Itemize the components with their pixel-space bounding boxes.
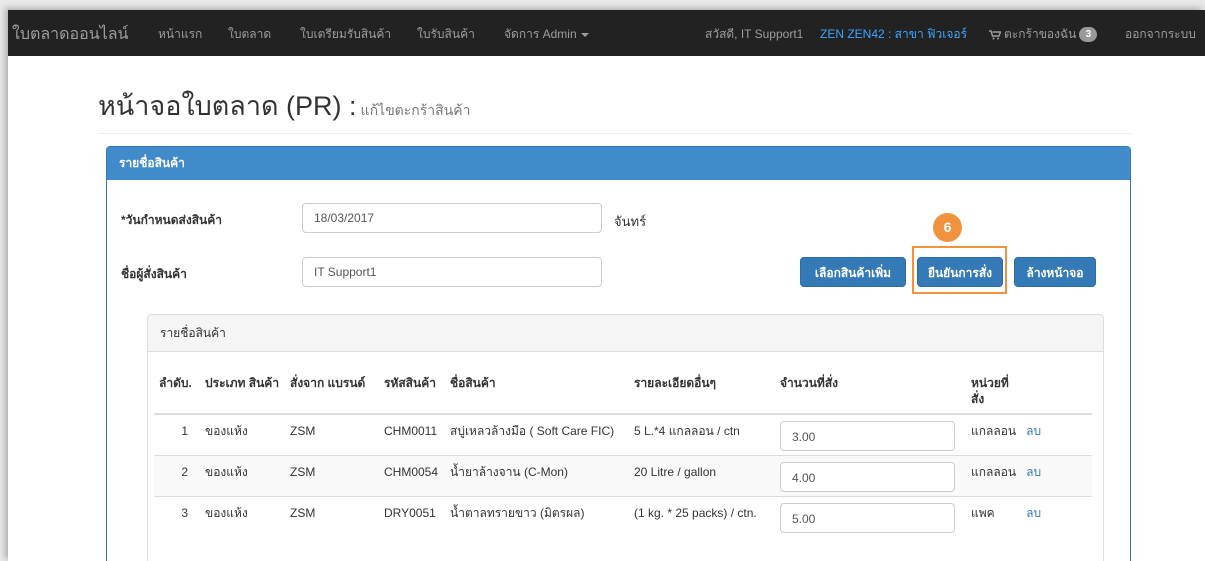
cell-code: CHM0011	[379, 413, 445, 456]
cart-count-badge: 3	[1079, 27, 1098, 43]
brand-logo[interactable]: ใบตลาดออนไลน์	[12, 22, 128, 47]
cell-code: DRY0051	[379, 496, 445, 537]
cell-type: ของแห้ง	[200, 413, 285, 456]
qty-input[interactable]: 4.00	[780, 462, 955, 492]
cell-brand: ZSM	[285, 413, 379, 456]
delivery-day-text: จันทร์	[614, 214, 647, 229]
cell-action: ลบ	[1021, 455, 1092, 497]
cell-type: ของแห้ง	[200, 496, 285, 537]
table-header-row: ลำดับ. ประเภท สินค้า สั่งจาก แบรนด์ รหัส…	[154, 371, 1092, 415]
logout-link[interactable]: ออกจากระบบ	[1125, 25, 1196, 44]
step-indicator: 6	[933, 213, 962, 242]
col-header-code: รหัสสินค้า	[379, 371, 445, 415]
cell-no: 1	[154, 413, 200, 456]
col-header-no: ลำดับ.	[154, 371, 200, 415]
cell-action: ลบ	[1021, 496, 1092, 537]
cell-action: ลบ	[1021, 413, 1092, 456]
cell-detail: 5 L.*4 แกลลอน / ctn	[629, 413, 775, 456]
page-title: หน้าจอใบตลาด (PR) : แก้ไขตะกร้าสินค้า	[98, 84, 470, 127]
cell-no: 3	[154, 496, 200, 537]
cell-type: ของแห้ง	[200, 455, 285, 497]
nav-prepare-receive[interactable]: ใบเตรียมรับสินค้า	[300, 25, 391, 44]
cart-label: ตะกร้าของฉัน	[1004, 27, 1077, 41]
products-list-panel: รายชื่อสินค้า ลำดับ. ประเภท สินค้า สั่งจ…	[147, 314, 1104, 561]
cart-icon	[989, 30, 1001, 40]
cell-detail: 20 Litre / gallon	[629, 455, 775, 497]
table-row: 2 ของแห้ง ZSM CHM0054 น้ำยาล้างจาน (C-Mo…	[154, 455, 1092, 497]
confirm-order-button[interactable]: ยืนยันการสั่ง	[917, 257, 1003, 287]
cell-brand: ZSM	[285, 496, 379, 537]
cell-name: สบู่เหลวล้างมือ ( Soft Care FIC)	[445, 413, 629, 456]
cart-link[interactable]: ตะกร้าของฉัน 3	[989, 25, 1098, 44]
col-header-action	[1021, 371, 1092, 415]
col-header-detail: รายละเอียดอื่นๆ	[629, 371, 775, 415]
clear-screen-button[interactable]: ล้างหน้าจอ	[1014, 257, 1096, 287]
product-panel: รายชื่อสินค้า *วันกำหนดส่งสินค้า 18/03/2…	[106, 146, 1131, 561]
cell-unit: แพค	[966, 496, 1022, 537]
nav-home[interactable]: หน้าแรก	[158, 25, 202, 44]
nav-admin-label: จัดการ Admin	[504, 27, 577, 41]
greeting-text: สวัสดี, IT Support1	[705, 27, 804, 41]
header-divider	[98, 133, 1133, 134]
panel-heading: รายชื่อสินค้า	[107, 147, 1130, 180]
page-title-sub: แก้ไขตะกร้าสินค้า	[360, 102, 471, 118]
cell-brand: ZSM	[285, 455, 379, 497]
caret-down-icon	[580, 32, 589, 37]
nav-market-list[interactable]: ใบตลาด	[228, 25, 271, 44]
cell-name: น้ำตาลทรายขาว (มิตรผล)	[445, 496, 629, 537]
add-more-products-button[interactable]: เลือกสินค้าเพิ่ม	[800, 257, 906, 287]
cell-unit: แกลลอน	[966, 455, 1022, 497]
col-header-qty: จำนวนที่สั่ง	[775, 371, 966, 415]
branch-link[interactable]: ZEN ZEN42 : สาขา ฟิวเจอร์	[820, 25, 967, 44]
col-header-unit: หน่วยที่ สั่ง	[966, 371, 1022, 415]
delivery-date-input[interactable]: 18/03/2017	[302, 203, 602, 233]
products-list-heading: รายชื่อสินค้า	[148, 315, 1103, 352]
col-header-brand: สั่งจาก แบรนด์	[285, 371, 379, 415]
products-table: ลำดับ. ประเภท สินค้า สั่งจาก แบรนด์ รหัส…	[154, 371, 1092, 537]
col-header-type: ประเภท สินค้า	[200, 371, 285, 415]
delivery-date-label: *วันกำหนดส่งสินค้า	[121, 213, 222, 227]
nav-admin-dropdown[interactable]: จัดการ Admin	[504, 25, 589, 44]
cell-detail: (1 kg. * 25 packs) / ctn.	[629, 496, 775, 537]
delete-link[interactable]: ลบ	[1026, 465, 1041, 479]
top-navbar: ใบตลาดออนไลน์ หน้าแรก ใบตลาด ใบเตรียมรับ…	[8, 10, 1205, 56]
cell-name: น้ำยาล้างจาน (C-Mon)	[445, 455, 629, 497]
col-header-name: ชื่อสินค้า	[445, 371, 629, 415]
cell-qty: 3.00	[775, 413, 966, 456]
cell-code: CHM0054	[379, 455, 445, 497]
cell-unit: แกลลอน	[966, 413, 1022, 456]
cell-qty: 4.00	[775, 455, 966, 497]
orderer-name-input[interactable]: IT Support1	[302, 257, 602, 287]
cell-no: 2	[154, 455, 200, 497]
qty-input[interactable]: 5.00	[780, 503, 955, 533]
nav-receive[interactable]: ใบรับสินค้า	[417, 25, 475, 44]
qty-input[interactable]: 3.00	[780, 421, 955, 451]
delete-link[interactable]: ลบ	[1026, 424, 1041, 438]
page-title-main: หน้าจอใบตลาด (PR) :	[98, 91, 357, 121]
cell-qty: 5.00	[775, 496, 966, 537]
delete-link[interactable]: ลบ	[1026, 506, 1041, 520]
orderer-label: ชื่อผู้สั่งสินค้า	[121, 267, 187, 281]
table-row: 3 ของแห้ง ZSM DRY0051 น้ำตาลทรายขาว (มิต…	[154, 496, 1092, 537]
screenshot-frame: ใบตลาดออนไลน์ หน้าแรก ใบตลาด ใบเตรียมรับ…	[8, 10, 1205, 561]
table-row: 1 ของแห้ง ZSM CHM0011 สบู่เหลวล้างมือ ( …	[154, 413, 1092, 456]
